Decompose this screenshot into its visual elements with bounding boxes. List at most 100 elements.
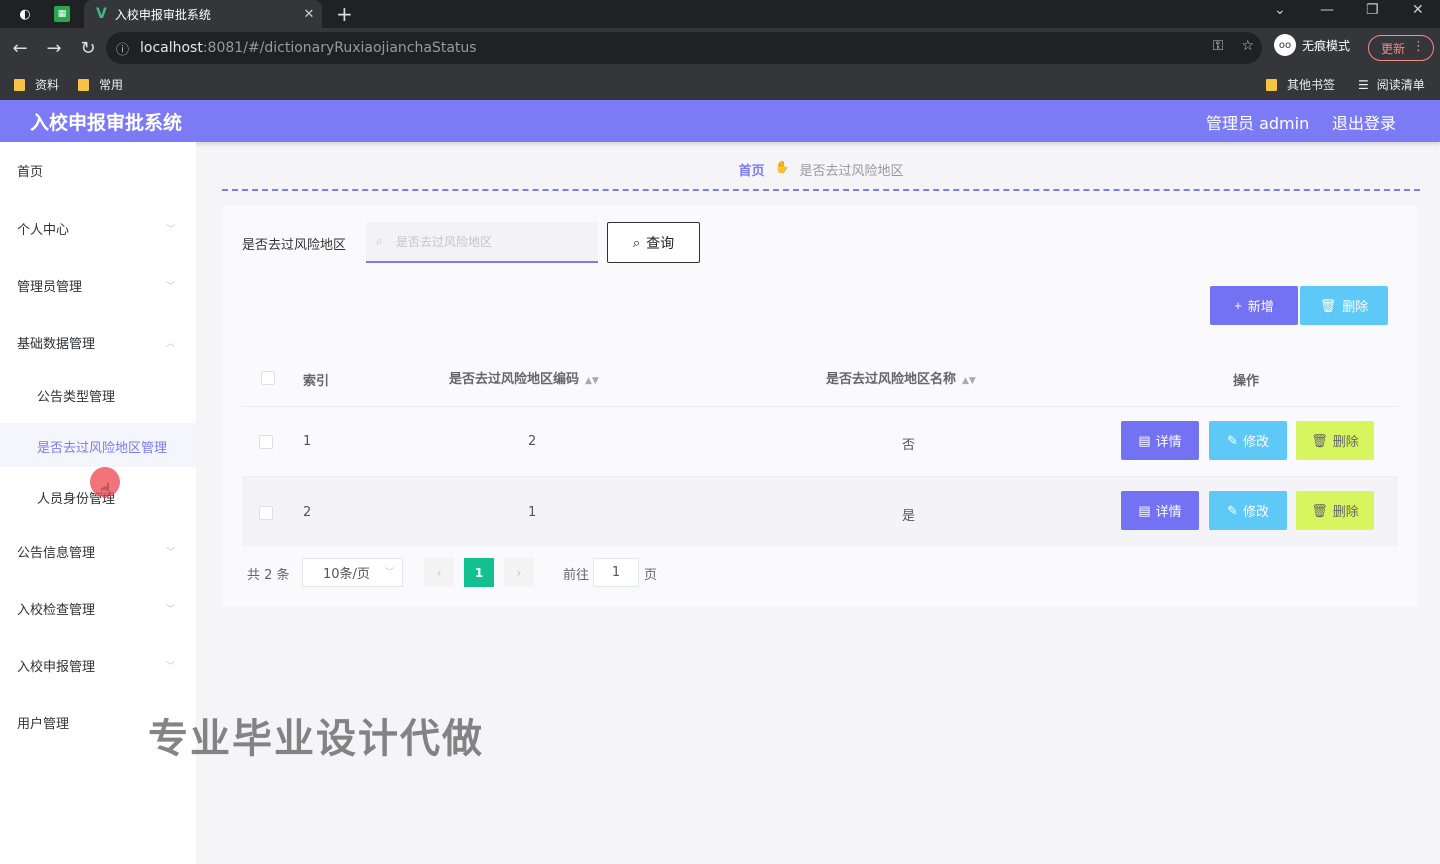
cell-name: 否 [902,438,916,453]
sort-icon[interactable]: ▲▼ [585,376,599,386]
sidebar-item-profile[interactable]: 个人中心 [17,219,69,238]
pencil-icon: ✎ [1227,502,1238,518]
select-all-checkbox[interactable] [261,371,275,385]
sidebar-subitem-risk-area[interactable]: 是否去过风险地区管理 [37,437,167,456]
sheets-tab-icon[interactable]: ▦ [54,6,70,22]
tab-close-icon[interactable]: ✕ [296,7,322,22]
reload-icon[interactable]: ↻ [72,38,104,59]
query-button[interactable]: ⌕ 查询 [607,222,700,263]
chevron-down-icon: ﹀ [166,548,176,558]
trash-icon: 🗑 [1311,502,1328,518]
app-title: 入校申报审批系统 [30,112,183,134]
window-close-icon[interactable]: ✕ [1412,2,1424,18]
breadcrumb-separator-icon: ✋ [774,160,790,174]
update-button[interactable]: 更新 ⋮ [1368,35,1434,61]
breadcrumb-current: 是否去过风险地区 [799,164,904,179]
search-icon: ⌕ [376,234,383,248]
sidebar-item-basic-data[interactable]: 基础数据管理 [17,333,95,352]
detail-button[interactable]: ▤ 详情 [1121,421,1199,460]
tab-title: 入校申报审批系统 [114,7,211,22]
table-row: 1 2 否 ▤ 详情 ✎ 修改 🗑 删除 [242,406,1398,476]
table-header-row: 索引 是否去过风险地区编码 ▲▼ 是否去过风险地区名称 ▲▼ 操作 [242,344,1398,410]
search-label: 是否去过风险地区 [242,238,347,253]
current-user: 管理员 admin [1206,114,1310,133]
document-icon: ▤ [1138,502,1151,518]
url-omnibox[interactable]: ⓘ localhost:8081/#/dictionaryRuxiaojianc… [106,32,1262,64]
edit-button[interactable]: ✎ 修改 [1209,491,1287,530]
page-size-select[interactable]: 10条/页 ﹀ [302,558,403,587]
sidebar-item-report[interactable]: 入校申报管理 [17,656,95,675]
table-row: 2 1 是 ▤ 详情 ✎ 修改 🗑 删除 [242,476,1398,546]
forward-icon[interactable]: → [38,38,70,59]
search-icon: ⌕ [632,234,641,250]
sort-icon[interactable]: ▲▼ [962,376,976,386]
folder-icon [78,78,89,91]
breadcrumb: 首页 ✋ 是否去过风险地区 [222,160,1420,191]
header-name[interactable]: 是否去过风险地区名称 ▲▼ [826,368,976,387]
prev-page-button[interactable]: ‹ [424,558,454,587]
chevron-down-icon: ﹀ [166,662,176,672]
goto-label: 前往 [563,568,590,583]
add-button[interactable]: + 新增 [1210,286,1298,325]
reading-list[interactable]: ☰ 阅读清单 [1358,76,1425,93]
goto-page-input[interactable]: 1 [593,558,639,587]
vue-logo-icon: V [96,6,107,22]
delete-button[interactable]: 🗑 删除 [1296,491,1374,530]
folder-icon [14,78,25,91]
chevron-up-icon: ︿ [166,339,176,349]
header-code[interactable]: 是否去过风险地区编码 ▲▼ [449,368,599,387]
cell-index: 2 [303,505,312,520]
cell-code: 2 [528,434,537,449]
browser-logo-icon[interactable]: ◐ [14,3,36,25]
minimize-icon[interactable]: — [1320,2,1334,18]
cell-code: 1 [528,505,537,520]
bookmark-folder-0[interactable]: 资料 [14,76,59,93]
pencil-icon: ✎ [1227,432,1238,448]
hand-cursor-icon: ☝ [100,480,111,501]
chevron-down-icon: ﹀ [166,605,176,615]
next-page-button[interactable]: › [504,558,534,587]
sidebar-subitem-notice-type[interactable]: 公告类型管理 [37,386,115,405]
bookmark-star-icon[interactable]: ☆ [1241,38,1254,54]
sidebar-item-notice[interactable]: 公告信息管理 [17,542,95,561]
goto-suffix: 页 [644,568,658,583]
header-index: 索引 [303,374,330,389]
site-info-icon[interactable]: ⓘ [116,39,136,58]
sidebar-item-users[interactable]: 用户管理 [17,713,69,732]
chevron-down-icon: ﹀ [166,282,176,292]
other-bookmarks[interactable]: 其他书签 [1266,76,1335,93]
bookmark-folder-1[interactable]: 常用 [78,76,123,93]
incognito-icon: oo [1274,34,1296,56]
more-menu-icon[interactable]: ⋮ [1412,39,1425,54]
back-icon[interactable]: ← [4,38,36,59]
sidebar-item-home[interactable]: 首页 [17,161,43,180]
sidebar-item-admin[interactable]: 管理员管理 [17,276,82,295]
browser-address-bar: ← → ↻ ⓘ localhost:8081/#/dictionaryRuxia… [0,28,1440,68]
key-icon[interactable]: ⚿ [1213,38,1224,54]
tab-search-icon[interactable]: ⌄ [1274,2,1286,18]
search-input[interactable] [366,222,598,263]
incognito-indicator[interactable]: oo 无痕模式 [1274,34,1350,56]
breadcrumb-home[interactable]: 首页 [739,160,765,179]
header-actions: 操作 [1233,374,1260,389]
document-icon: ▤ [1138,432,1151,448]
page-number-current[interactable]: 1 [464,558,494,587]
row-checkbox[interactable] [259,435,273,449]
edit-button[interactable]: ✎ 修改 [1209,421,1287,460]
browser-tab-bar: ◐ ▦ V 入校申报审批系统 ✕ + ⌄ — ❐ ✕ [0,0,1440,28]
bookmarks-bar: 资料 常用 其他书签 ☰ 阅读清单 [0,68,1440,100]
restore-icon[interactable]: ❐ [1366,2,1379,18]
cell-name: 是 [902,509,916,524]
new-tab-icon[interactable]: + [336,2,353,26]
batch-delete-button[interactable]: 🗑 删除 [1300,286,1388,325]
sidebar-item-check[interactable]: 入校检查管理 [17,599,95,618]
url-text: localhost:8081/#/dictionaryRuxiaojiancha… [140,40,477,56]
delete-button[interactable]: 🗑 删除 [1296,421,1374,460]
plus-icon: + [1234,298,1242,313]
watermark-text: 专业毕业设计代做 [148,716,484,762]
row-checkbox[interactable] [259,506,273,520]
detail-button[interactable]: ▤ 详情 [1121,491,1199,530]
browser-tab-active[interactable]: V 入校申报审批系统 ✕ [84,0,322,28]
logout-link[interactable]: 退出登录 [1332,110,1396,134]
folder-icon [1266,78,1277,91]
